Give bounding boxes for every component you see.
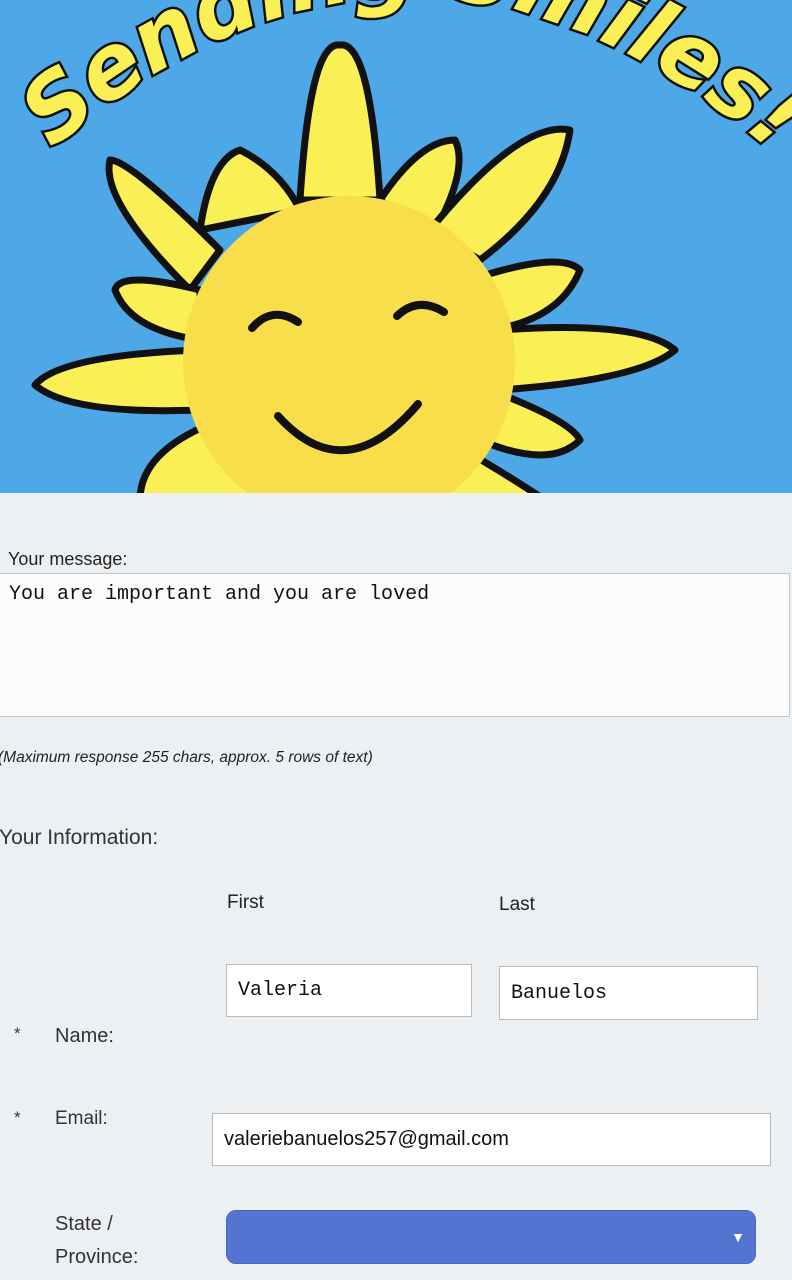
message-hint: (Maximum response 255 chars, approx. 5 r… xyxy=(0,749,373,766)
dropdown-arrow-icon: ▼ xyxy=(731,1229,745,1245)
state-label-line1: State / xyxy=(55,1213,113,1235)
message-textarea[interactable]: You are important and you are loved xyxy=(0,573,790,717)
sending-smiles-banner: Sending Smiles! xyxy=(0,0,792,493)
smiling-sun-illustration: Sending Smiles! xyxy=(0,0,792,493)
first-name-input[interactable] xyxy=(226,964,472,1017)
first-name-header: First xyxy=(227,892,264,913)
state-province-select[interactable]: ▼ xyxy=(226,1210,756,1264)
name-required-mark: * xyxy=(14,1024,21,1043)
email-required-mark: * xyxy=(14,1108,21,1127)
state-label-line2: Province: xyxy=(55,1246,139,1268)
email-input[interactable] xyxy=(212,1113,771,1166)
message-label: Your message: xyxy=(8,549,128,569)
last-name-header: Last xyxy=(499,894,535,915)
name-label: Name: xyxy=(55,1025,114,1047)
last-name-input[interactable] xyxy=(499,966,758,1020)
your-information-heading: Your Information: xyxy=(0,826,159,849)
email-label: Email: xyxy=(55,1108,108,1129)
